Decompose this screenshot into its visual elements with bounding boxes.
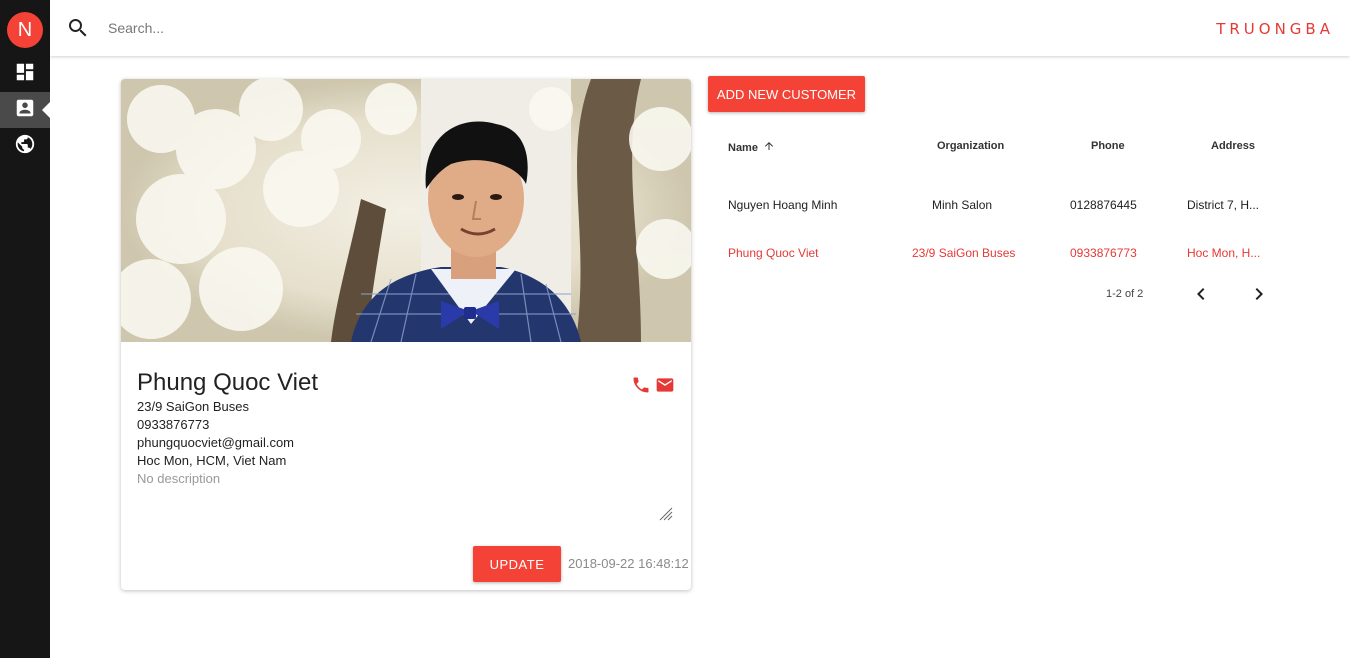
customer-phone: 0933876773 <box>137 417 210 432</box>
cell-organization: Minh Salon <box>932 198 993 212</box>
top-bar: TRUONGBA <box>50 0 1350 56</box>
contacts-icon <box>14 97 36 124</box>
cell-name: Nguyen Hoang Minh <box>728 198 838 212</box>
column-header-name[interactable]: Name <box>728 140 775 154</box>
sort-ascending-icon[interactable] <box>763 140 775 152</box>
customer-address: Hoc Mon, HCM, Viet Nam <box>137 453 287 468</box>
customer-name: Phung Quoc Viet <box>137 369 319 396</box>
customer-email: phungquocviet@gmail.com <box>137 435 295 450</box>
search-icon[interactable] <box>66 16 90 40</box>
update-button[interactable]: UPDATE <box>473 546 561 582</box>
column-header-address[interactable]: Address <box>1211 140 1255 152</box>
chevron-right-icon[interactable] <box>1247 282 1271 306</box>
search-input[interactable] <box>108 16 708 40</box>
user-avatar[interactable]: N <box>7 12 43 48</box>
customer-card: Phung Quoc Viet 23/9 SaiGon Buses 093387… <box>121 79 691 590</box>
globe-icon <box>14 133 36 160</box>
column-header-organization[interactable]: Organization <box>937 140 1004 152</box>
cell-address: Hoc Mon, H... <box>1187 246 1261 260</box>
cell-name: Phung Quoc Viet <box>728 246 819 260</box>
cell-address: District 7, H... <box>1187 198 1260 212</box>
column-header-phone[interactable]: Phone <box>1091 140 1125 152</box>
sidebar-item-customers[interactable] <box>0 92 50 128</box>
chevron-left-icon[interactable] <box>1189 282 1213 306</box>
sidebar-item-world[interactable] <box>0 128 50 164</box>
cell-phone: 0933876773 <box>1070 246 1137 260</box>
cell-phone: 0128876445 <box>1070 198 1137 212</box>
pagination-range: 1-2 of 2 <box>1106 288 1144 300</box>
brand-logo: TRUONGBA <box>1216 20 1334 38</box>
sidebar-item-dashboard[interactable] <box>0 56 50 92</box>
contact-actions <box>631 375 675 400</box>
customer-photo <box>121 79 691 342</box>
table-row[interactable]: Phung Quoc Viet 23/9 SaiGon Buses 093387… <box>708 228 1283 276</box>
dashboard-icon <box>14 61 36 88</box>
customer-description[interactable]: No description <box>137 471 220 486</box>
updated-timestamp: 2018-09-22 16:48:12 <box>568 556 689 571</box>
customer-organization: 23/9 SaiGon Buses <box>137 399 250 414</box>
sidebar: N <box>0 0 50 658</box>
table-row[interactable]: Nguyen Hoang Minh Minh Salon 0128876445 … <box>708 180 1283 228</box>
add-new-customer-button[interactable]: ADD NEW CUSTOMER <box>708 76 865 112</box>
active-indicator <box>42 102 50 118</box>
resize-handle-icon[interactable] <box>659 507 673 521</box>
phone-icon[interactable] <box>631 375 651 400</box>
cell-organization: 23/9 SaiGon Buses <box>912 246 1016 260</box>
email-icon[interactable] <box>655 375 675 400</box>
